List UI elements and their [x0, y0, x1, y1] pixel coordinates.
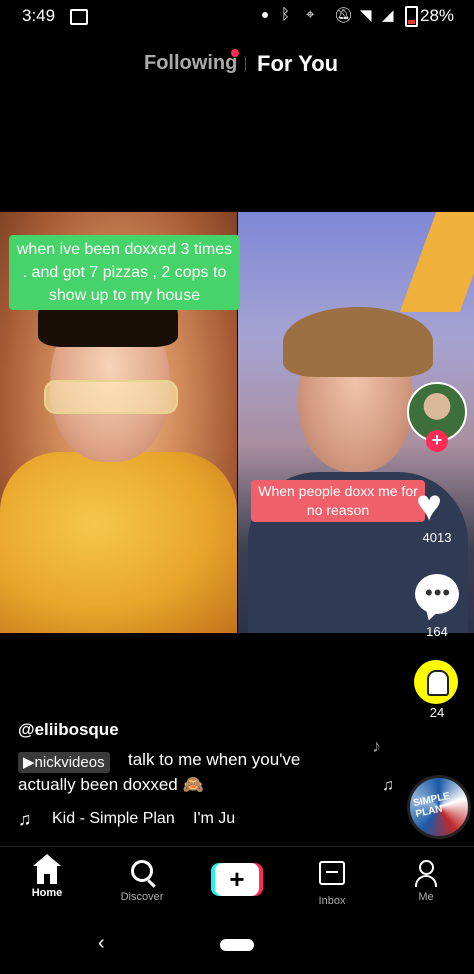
notification-dot-icon — [262, 12, 268, 18]
search-icon — [131, 860, 153, 882]
location-icon: ⌖ — [306, 6, 315, 23]
like-heart-icon[interactable]: ♥ — [416, 484, 442, 528]
left-person-shirt — [0, 452, 237, 633]
profile-icon — [413, 860, 439, 888]
nav-home[interactable]: Home — [7, 854, 87, 899]
tab-for-you[interactable]: For You — [257, 51, 338, 77]
battery-icon — [405, 6, 418, 27]
nav-discover[interactable]: Discover — [102, 858, 182, 903]
system-back-icon[interactable]: ‹ — [98, 932, 105, 955]
bluetooth-icon: ᛒ — [281, 6, 291, 23]
signal-icon: ◢ — [382, 7, 394, 24]
duet-tag[interactable]: ▶nickvideos — [18, 752, 110, 773]
tab-following[interactable]: Following — [144, 52, 237, 75]
creator-username[interactable]: @eliibosque — [18, 720, 119, 740]
nav-inbox-label: Inbox — [318, 895, 346, 907]
create-plus-icon: + — [215, 863, 259, 896]
video-description-line1: talk to me when you've — [128, 750, 301, 769]
comment-count: 164 — [426, 624, 448, 639]
status-time: 3:49 — [22, 6, 56, 25]
nav-me[interactable]: Me — [386, 858, 466, 903]
song-title[interactable]: Kid - Simple Plan — [52, 810, 175, 828]
gallery-icon — [70, 9, 88, 25]
floating-note-icon: ♫ — [382, 777, 394, 794]
nav-divider — [0, 846, 474, 847]
right-video-caption: When people doxx me for no reason — [251, 480, 425, 522]
right-person-hair — [283, 307, 433, 377]
following-notification-dot — [231, 49, 239, 57]
nav-me-label: Me — [418, 891, 434, 903]
nav-inbox[interactable]: Inbox — [292, 858, 372, 907]
comment-bubble-icon[interactable]: ••• — [415, 574, 459, 614]
inbox-icon — [319, 861, 345, 885]
follow-plus-icon[interactable]: + — [426, 430, 448, 452]
create-button[interactable]: + — [211, 863, 263, 896]
battery-percent: 28% — [420, 6, 455, 25]
song-title-scroll[interactable]: I'm Ju — [193, 810, 235, 828]
mute-icon: 🔕︎ — [334, 7, 354, 24]
snapchat-ghost-icon — [427, 670, 449, 696]
nav-home-label: Home — [31, 887, 63, 899]
floating-note-icon: ♪ — [372, 736, 381, 756]
left-person-glasses — [44, 380, 178, 414]
tab-divider — [245, 57, 246, 71]
nav-discover-label: Discover — [120, 891, 164, 903]
comment-dots: ••• — [425, 580, 452, 605]
system-home-pill[interactable] — [220, 939, 254, 951]
wifi-icon: ◥ — [360, 7, 372, 24]
share-count: 24 — [429, 705, 445, 720]
left-video-caption: when ive been doxxed 3 times . and got 7… — [9, 235, 240, 310]
video-description-line2: actually been doxxed 🙈 — [18, 775, 204, 794]
music-note-icon: ♫ — [18, 809, 32, 829]
home-icon — [33, 854, 61, 884]
status-bar: 3:49 ᛒ ⌖ 🔕︎ ◥ ◢ 28% — [0, 0, 474, 32]
like-count: 4013 — [422, 530, 452, 545]
background-decoration — [399, 212, 474, 312]
